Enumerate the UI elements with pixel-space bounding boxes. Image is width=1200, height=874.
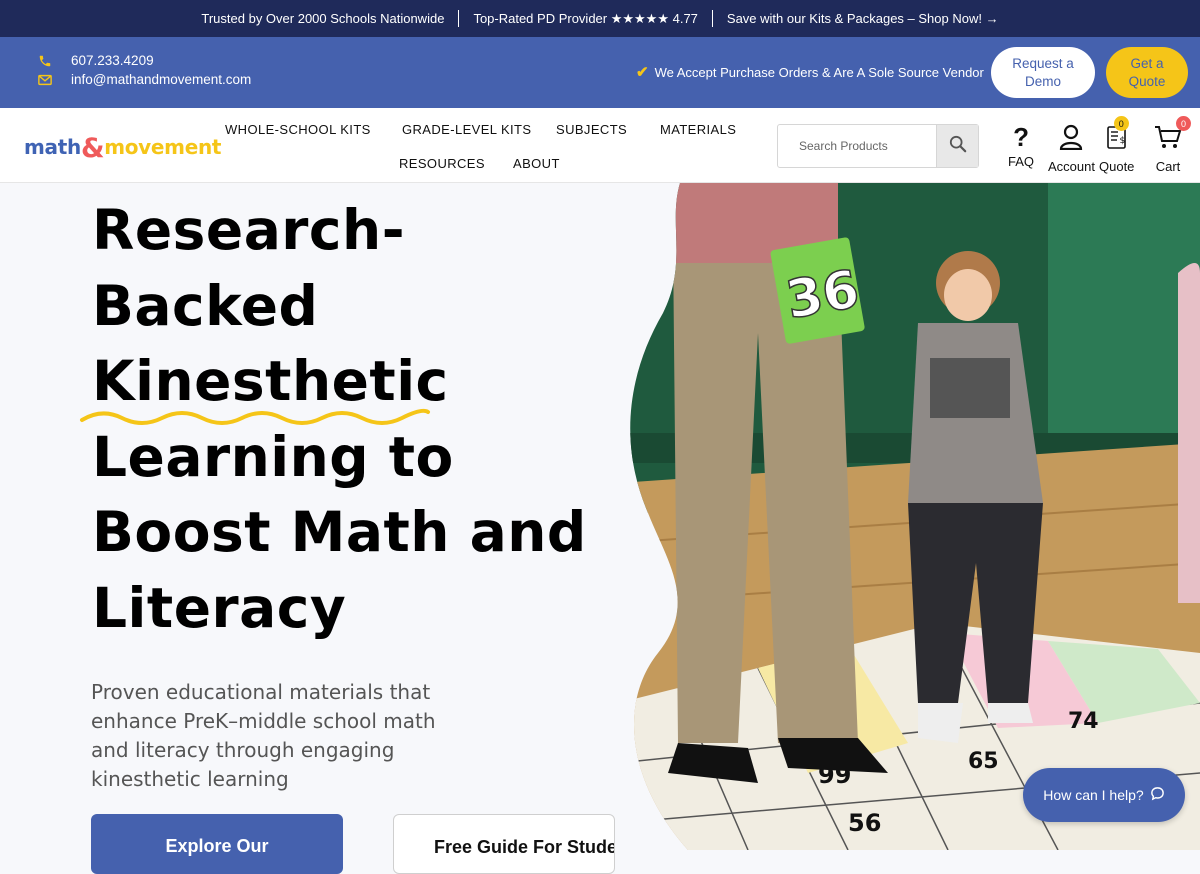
phone-icon [34, 54, 56, 68]
faq-link[interactable]: ? FAQ [1008, 124, 1034, 169]
user-icon [1059, 124, 1083, 155]
cart-label: Cart [1155, 159, 1181, 174]
search-icon [949, 135, 967, 158]
chat-widget-button[interactable]: How can I help? [1023, 768, 1185, 822]
demo-label-1: Request a [1012, 55, 1074, 71]
cart-link[interactable]: 0 Cart [1153, 116, 1191, 174]
logo-text-movement: movement [104, 135, 222, 159]
hero-title-line: Literacy [92, 575, 347, 640]
email-address: info@mathandmovement.com [71, 72, 252, 87]
svg-text:74: 74 [1068, 709, 1099, 734]
quote-document-icon: $ 0 [1104, 116, 1130, 155]
cart-count-badge: 0 [1176, 116, 1191, 131]
announcement-bar: Trusted by Over 2000 Schools Nationwide … [0, 0, 1200, 37]
search-input[interactable] [779, 126, 937, 166]
hero-subtitle: Proven educational materials that enhanc… [91, 680, 436, 791]
chat-bubble-icon [1144, 786, 1165, 804]
logo-ampersand: & [80, 133, 105, 164]
account-label: Account [1048, 159, 1095, 174]
phone-number: 607.233.4209 [71, 53, 154, 68]
announcement-rating: Top-Rated PD Provider ★★★★★ 4.77 [473, 10, 698, 26]
logo-text-math: math [24, 135, 81, 159]
email-link[interactable]: info@mathandmovement.com [34, 72, 251, 87]
quote-link[interactable]: $ 0 Quote [1099, 116, 1135, 174]
hero-title-line: Backed [92, 273, 319, 338]
svg-text:56: 56 [848, 809, 881, 837]
nav-about[interactable]: ABOUT [513, 156, 560, 171]
nav-grade-level-kits[interactable]: GRADE-LEVEL KITS [402, 122, 531, 137]
explore-button-label: Explore Our [165, 836, 269, 856]
explore-button[interactable]: Explore Our [91, 814, 343, 874]
nav-whole-school-kits[interactable]: WHOLE-SCHOOL KITS [225, 122, 371, 137]
account-link[interactable]: Account [1048, 124, 1095, 174]
free-guide-button-label: Free Guide For Stude [434, 837, 615, 857]
faq-label: FAQ [1008, 154, 1035, 169]
squiggle-underline [80, 408, 430, 425]
quote-label: Quote [1099, 159, 1135, 174]
vendor-note: ✔ We Accept Purchase Orders & Are A Sole… [636, 63, 984, 81]
checkmark-icon: ✔ [636, 64, 649, 81]
quote-count-badge: 0 [1113, 116, 1129, 131]
main-header: math&movement WHOLE-SCHOOL KITS GRADE-LE… [0, 108, 1200, 183]
demo-label-2: Demo [1024, 73, 1061, 89]
envelope-icon [34, 74, 56, 86]
svg-text:$: $ [1119, 136, 1125, 146]
announcement-shop-link[interactable]: Save with our Kits & Packages – Shop Now… [713, 11, 1013, 26]
nav-resources[interactable]: RESOURCES [399, 156, 485, 171]
svg-text:65: 65 [968, 749, 999, 774]
hero-title-line: Boost Math and [92, 500, 587, 564]
phone-link[interactable]: 607.233.4209 [34, 53, 154, 68]
announcement-trusted: Trusted by Over 2000 Schools Nationwide [201, 11, 445, 26]
hero-photo: 99 65 74 56 36 [618, 183, 1200, 850]
question-mark-icon: ? [1013, 122, 1029, 152]
site-logo[interactable]: math&movement [24, 130, 222, 164]
photo-card-number: 36 [782, 259, 864, 331]
contact-bar: 607.233.4209 info@mathandmovement.com ✔ … [0, 37, 1200, 108]
quote-label-1: Get a [1130, 55, 1164, 71]
vendor-note-text: We Accept Purchase Orders & Are A Sole S… [654, 64, 984, 80]
cart-icon: 0 [1153, 116, 1191, 155]
free-guide-button[interactable]: Free Guide For Stude [393, 814, 615, 874]
get-quote-button[interactable]: Get a Quote [1106, 47, 1188, 98]
request-demo-button[interactable]: Request a Demo [991, 47, 1095, 98]
chat-label: How can I help? [1043, 787, 1144, 803]
search-button[interactable] [936, 125, 978, 167]
nav-subjects[interactable]: SUBJECTS [556, 122, 627, 137]
nav-materials[interactable]: MATERIALS [660, 122, 736, 137]
search-box [777, 124, 979, 168]
hero-title-line: Research- [92, 198, 406, 262]
hero-title-line: Learning to [92, 424, 454, 489]
quote-label-2: Quote [1128, 73, 1166, 89]
